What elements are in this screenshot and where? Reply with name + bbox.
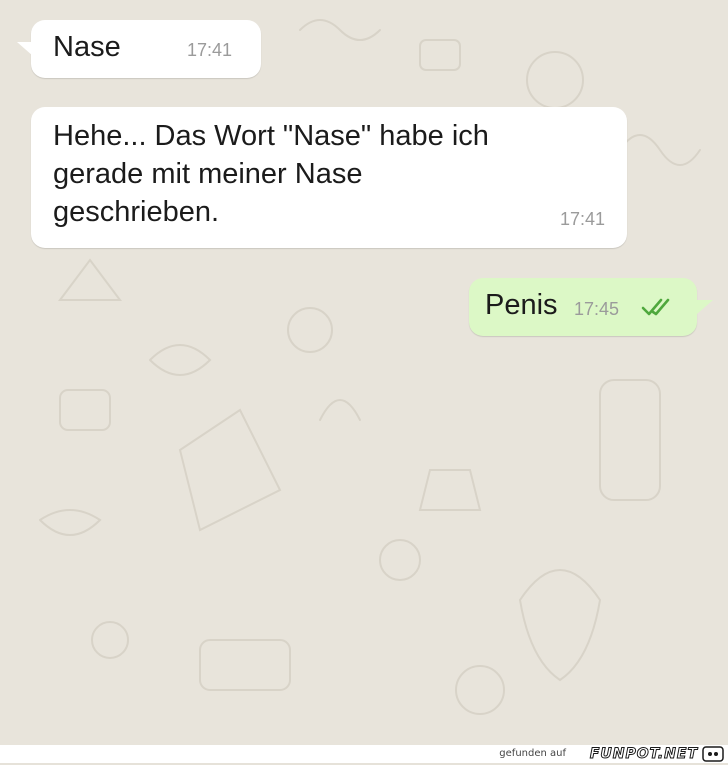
message-time: 17:41 (187, 40, 233, 60)
message-text: Penis (485, 289, 558, 321)
watermark-footer: gefunden auf FUNPOT.NET (0, 745, 728, 763)
message-text: Nase (53, 31, 121, 63)
message-bubble-incoming[interactable]: Nase 17:41 (17, 20, 261, 78)
footer-brand: FUNPOT.NET (589, 746, 698, 763)
message-bubble-outgoing[interactable]: Penis 17:45 (469, 278, 713, 336)
message-bubble-incoming[interactable]: Hehe... Das Wort "Nase" habe ich gerade … (31, 107, 627, 248)
double-check-icon (641, 297, 675, 322)
message-time: 17:41 (559, 209, 605, 229)
footer-label: gefunden auf (499, 748, 566, 759)
message-text: Hehe... Das Wort "Nase" habe ich gerade … (53, 120, 489, 228)
bubble-tail (17, 42, 33, 56)
funpot-logo-icon (702, 746, 724, 765)
bubble-tail (697, 300, 713, 314)
message-time: 17:45 (574, 299, 620, 319)
